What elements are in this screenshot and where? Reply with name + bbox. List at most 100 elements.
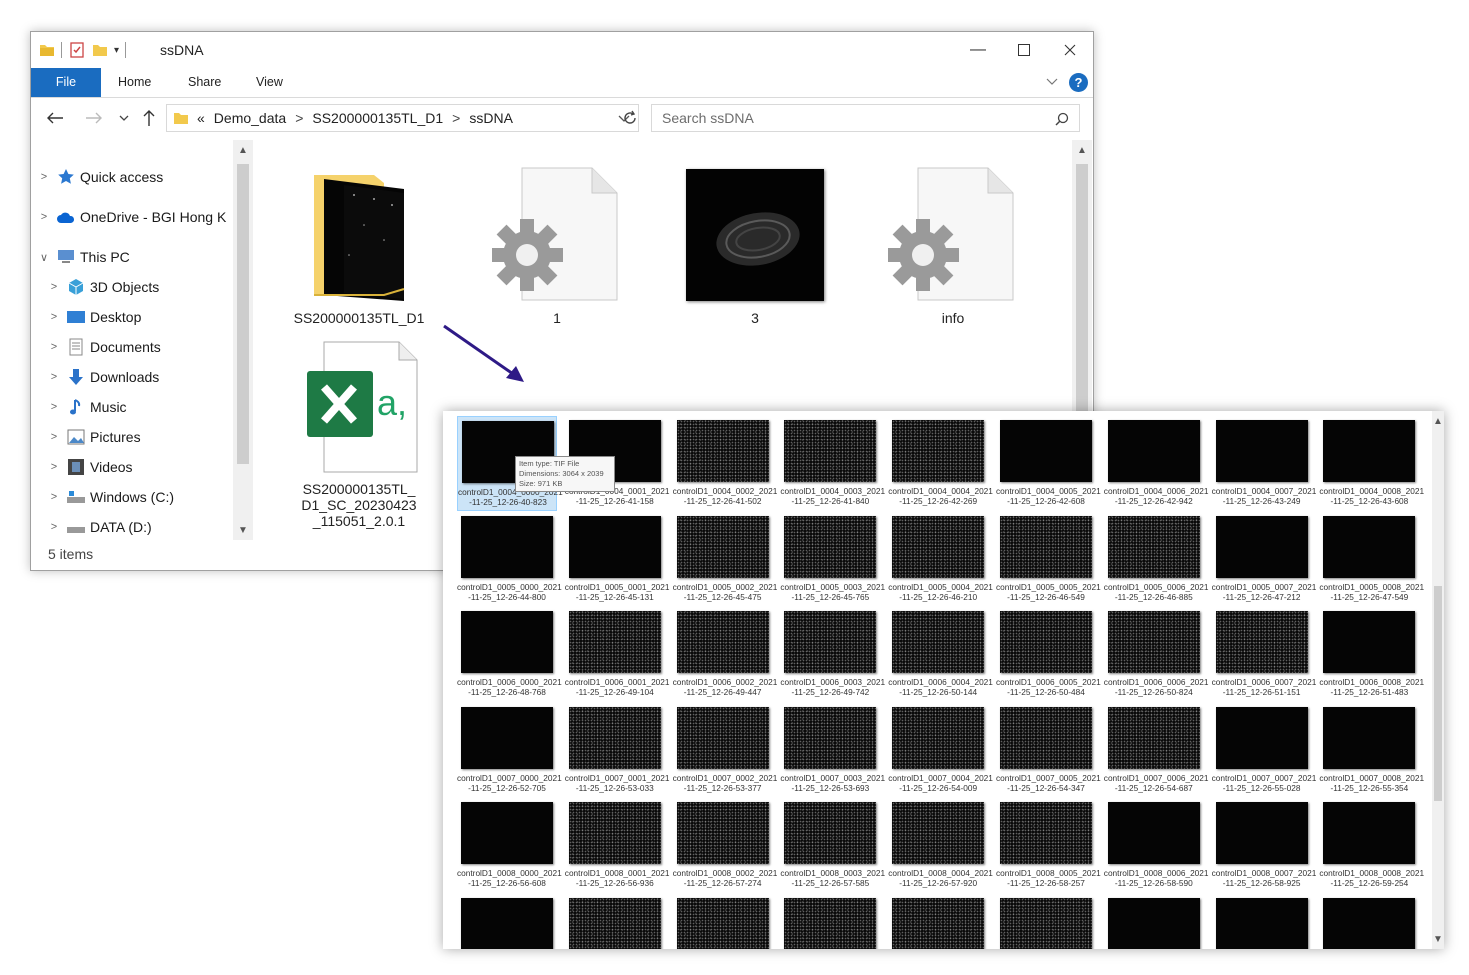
breadcrumb-ssdna[interactable]: ssDNA [469, 110, 513, 126]
chevron-right-icon[interactable]: > [46, 311, 62, 323]
tif-thumbnail[interactable]: controlD1_0005_0003_2021 -11-25_12-26-45-… [780, 512, 885, 607]
file-item-1[interactable]: 1 [482, 160, 632, 326]
expand-ribbon-icon[interactable] [1045, 74, 1059, 88]
tab-file[interactable]: File [31, 68, 101, 97]
tif-thumbnail[interactable]: controlD1_0007_0006_2021 -11-25_12-26-54-… [1104, 703, 1209, 798]
new-folder-icon[interactable] [92, 42, 108, 58]
tif-thumbnail[interactable]: controlD1_0004_0002_2021 -11-25_12-26-41-… [673, 416, 777, 511]
tif-thumbnail[interactable]: controlD1_0008_0003_2021 -11-25_12-26-57-… [780, 798, 885, 893]
tif-thumbnail[interactable]: controlD1_0005_0004_2021 -11-25_12-26-46-… [888, 512, 993, 607]
chevron-right-icon[interactable]: > [46, 281, 62, 293]
tab-home[interactable]: Home [118, 68, 151, 97]
nav-pane-scrollbar[interactable]: ▲ ▼ [233, 140, 253, 540]
tif-thumbnail[interactable]: controlD1_0008_0006_2021 -11-25_12-26-58-… [1104, 798, 1209, 893]
tif-thumbnail[interactable]: controlD1_0005_0000_2021 -11-25_12-26-44-… [457, 512, 562, 607]
tif-thumbnail[interactable]: controlD1_0007_0008_2021 -11-25_12-26-55-… [1319, 703, 1424, 798]
minimize-button[interactable]: — [955, 32, 1001, 68]
tif-thumbnail[interactable]: controlD1_0008_0008_2021 -11-25_12-26-59-… [1319, 798, 1424, 893]
breadcrumb-separator[interactable]: > [295, 110, 303, 126]
chevron-right-icon[interactable]: > [46, 401, 62, 413]
nav-item-music[interactable]: > Music [46, 394, 127, 420]
file-item-folder[interactable]: SS200000135TL_D1 [284, 160, 434, 326]
tif-thumbnail[interactable]: controlD1_0004_0004_2021 -11-25_12-26-42-… [888, 416, 993, 511]
tif-thumbnail[interactable] [888, 894, 988, 949]
tif-thumbnail[interactable]: controlD1_0006_0007_2021 -11-25_12-26-51-… [1212, 607, 1316, 702]
tif-thumbnail[interactable]: controlD1_0008_0000_2021 -11-25_12-26-56-… [457, 798, 562, 893]
chevron-right-icon[interactable]: > [46, 491, 62, 503]
tif-thumbnail[interactable]: controlD1_0004_0006_2021 -11-25_12-26-42-… [1104, 416, 1209, 511]
recent-locations-button[interactable] [113, 107, 135, 129]
tif-thumbnail[interactable]: controlD1_0006_0003_2021 -11-25_12-26-49-… [780, 607, 885, 702]
tif-thumbnail[interactable]: controlD1_0005_0007_2021 -11-25_12-26-47-… [1212, 512, 1316, 607]
scroll-thumb[interactable] [1434, 586, 1442, 801]
tif-thumbnail[interactable]: controlD1_0007_0003_2021 -11-25_12-26-53-… [780, 703, 885, 798]
tif-thumbnail[interactable]: controlD1_0005_0002_2021 -11-25_12-26-45-… [673, 512, 777, 607]
tif-thumbnail[interactable]: controlD1_0005_0005_2021 -11-25_12-26-46-… [996, 512, 1101, 607]
tif-thumbnail[interactable]: controlD1_0004_0008_2021 -11-25_12-26-43-… [1319, 416, 1424, 511]
tif-thumbnail[interactable] [565, 894, 665, 949]
panel-scrollbar[interactable]: ▲ ▼ [1432, 411, 1444, 949]
file-item-3[interactable]: 3 [680, 160, 830, 326]
scroll-down-icon[interactable]: ▼ [1428, 929, 1444, 949]
nav-item-downloads[interactable]: > Downloads [46, 364, 159, 390]
breadcrumb-demo-data[interactable]: Demo_data [214, 110, 286, 126]
back-button[interactable] [44, 107, 66, 129]
chevron-right-icon[interactable]: > [46, 431, 62, 443]
tif-thumbnail[interactable] [1104, 894, 1204, 949]
customize-toolbar-icon[interactable]: ▾ [114, 45, 119, 56]
scroll-up-icon[interactable]: ▲ [1072, 140, 1092, 160]
tif-thumbnail[interactable]: controlD1_0005_0006_2021 -11-25_12-26-46-… [1104, 512, 1209, 607]
breadcrumb-separator[interactable]: > [452, 110, 460, 126]
nav-item-data-d[interactable]: > DATA (D:) [46, 514, 152, 540]
nav-item-desktop[interactable]: > Desktop [46, 304, 142, 330]
tif-thumbnail[interactable]: controlD1_0006_0008_2021 -11-25_12-26-51-… [1319, 607, 1424, 702]
chevron-right-icon[interactable]: > [46, 371, 62, 383]
refresh-button[interactable] [619, 107, 641, 129]
tif-thumbnail[interactable]: controlD1_0008_0007_2021 -11-25_12-26-58-… [1212, 798, 1316, 893]
tif-thumbnail[interactable]: controlD1_0007_0001_2021 -11-25_12-26-53-… [565, 703, 670, 798]
tif-thumbnail[interactable]: controlD1_0008_0004_2021 -11-25_12-26-57-… [888, 798, 993, 893]
maximize-button[interactable] [1001, 32, 1047, 68]
tif-thumbnail[interactable]: controlD1_0007_0002_2021 -11-25_12-26-53-… [673, 703, 777, 798]
help-button[interactable]: ? [1069, 73, 1088, 92]
tif-thumbnail[interactable]: controlD1_0006_0004_2021 -11-25_12-26-50-… [888, 607, 993, 702]
tif-thumbnail[interactable] [996, 894, 1096, 949]
tif-thumbnail[interactable]: controlD1_0008_0005_2021 -11-25_12-26-58-… [996, 798, 1101, 893]
nav-item-windows-c[interactable]: > Windows (C:) [46, 484, 174, 510]
address-bar[interactable]: « Demo_data > SS200000135TL_D1 > ssDNA [166, 104, 639, 132]
tif-thumbnail[interactable]: controlD1_0007_0007_2021 -11-25_12-26-55-… [1212, 703, 1316, 798]
tif-thumbnail[interactable]: controlD1_0004_0007_2021 -11-25_12-26-43-… [1212, 416, 1316, 511]
chevron-right-icon[interactable]: > [46, 461, 62, 473]
tif-thumbnail[interactable]: controlD1_0005_0008_2021 -11-25_12-26-47-… [1319, 512, 1424, 607]
chevron-right-icon[interactable]: > [36, 211, 52, 223]
nav-item-pictures[interactable]: > Pictures [46, 424, 141, 450]
chevron-down-icon[interactable]: ∨ [36, 251, 52, 264]
tif-thumbnail[interactable]: controlD1_0008_0001_2021 -11-25_12-26-56-… [565, 798, 670, 893]
tif-thumbnail[interactable]: controlD1_0006_0000_2021 -11-25_12-26-48-… [457, 607, 562, 702]
chevron-right-icon[interactable]: > [46, 341, 62, 353]
tif-thumbnail[interactable]: controlD1_0007_0004_2021 -11-25_12-26-54-… [888, 703, 993, 798]
tif-thumbnail[interactable]: controlD1_0004_0005_2021 -11-25_12-26-42-… [996, 416, 1101, 511]
overflow-crumb[interactable]: « [197, 110, 205, 126]
nav-item-documents[interactable]: > Documents [46, 334, 161, 360]
close-button[interactable] [1047, 32, 1093, 68]
breadcrumb-sample[interactable]: SS200000135TL_D1 [312, 110, 443, 126]
nav-item-quick-access[interactable]: > Quick access [36, 164, 163, 190]
chevron-right-icon[interactable]: > [46, 521, 62, 533]
tif-thumbnail[interactable]: controlD1_0008_0002_2021 -11-25_12-26-57-… [673, 798, 777, 893]
file-item-info[interactable]: info [878, 160, 1028, 326]
tif-thumbnail[interactable] [673, 894, 773, 949]
nav-item-this-pc[interactable]: ∨ This PC [36, 244, 130, 270]
scroll-up-icon[interactable]: ▲ [1428, 411, 1444, 431]
tab-share[interactable]: Share [188, 68, 221, 97]
nav-item-3d-objects[interactable]: > 3D Objects [46, 274, 159, 300]
forward-button[interactable] [83, 107, 105, 129]
nav-item-onedrive[interactable]: > OneDrive - BGI Hong K [36, 204, 227, 230]
tif-thumbnail[interactable]: controlD1_0004_0003_2021 -11-25_12-26-41-… [780, 416, 885, 511]
tif-thumbnail[interactable] [457, 894, 557, 949]
search-input[interactable]: Search ssDNA [651, 104, 1080, 132]
tif-thumbnail[interactable]: controlD1_0006_0006_2021 -11-25_12-26-50-… [1104, 607, 1209, 702]
scroll-thumb[interactable] [237, 164, 249, 464]
chevron-right-icon[interactable]: > [36, 171, 52, 183]
tab-view[interactable]: View [256, 68, 283, 97]
